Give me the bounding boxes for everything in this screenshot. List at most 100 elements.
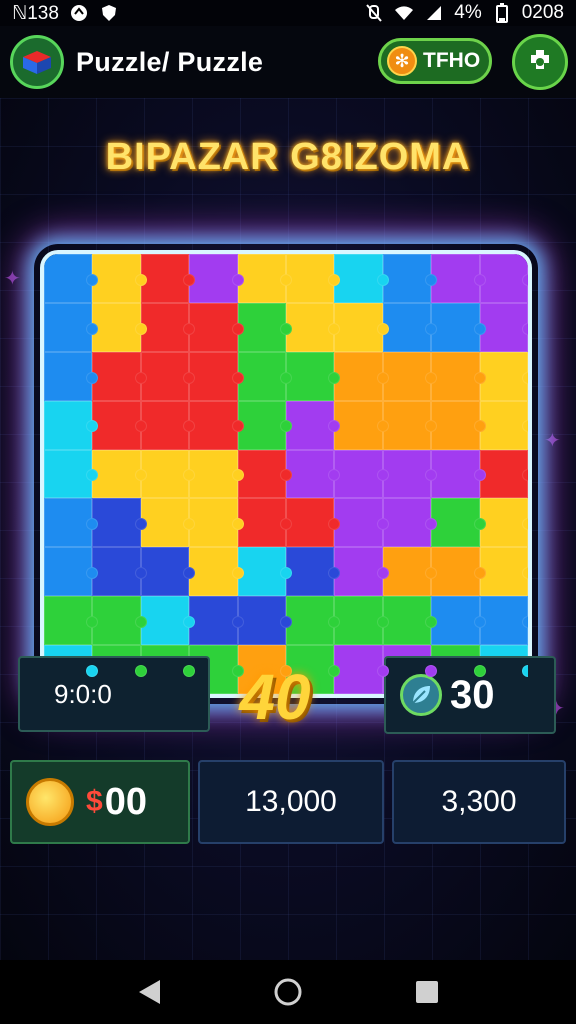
puzzle-piece[interactable] [92, 449, 148, 499]
puzzle-piece[interactable] [140, 400, 196, 450]
puzzle-piece[interactable] [479, 351, 528, 401]
puzzle-piece[interactable] [382, 547, 438, 597]
best-score-panel: 13,000 [198, 760, 384, 844]
puzzle-piece[interactable] [44, 351, 99, 401]
puzzle-piece[interactable] [479, 596, 528, 646]
puzzle-piece[interactable] [382, 351, 438, 401]
puzzle-piece[interactable] [92, 498, 148, 548]
puzzle-piece[interactable] [44, 400, 99, 450]
puzzle-piece[interactable] [479, 302, 528, 352]
puzzle-piece[interactable] [92, 302, 148, 352]
puzzle-piece[interactable] [382, 400, 438, 450]
puzzle-piece[interactable] [286, 449, 341, 499]
puzzle-piece[interactable] [334, 254, 390, 303]
puzzle-piece[interactable] [189, 302, 245, 352]
puzzle-piece[interactable] [189, 596, 245, 646]
puzzle-piece[interactable] [237, 254, 293, 303]
puzzle-piece[interactable] [44, 498, 99, 548]
puzzle-piece[interactable] [431, 596, 487, 646]
puzzle-piece[interactable] [479, 254, 528, 303]
puzzle-piece[interactable] [140, 254, 196, 303]
puzzle-piece[interactable] [140, 596, 196, 646]
puzzle-piece[interactable] [44, 449, 99, 499]
puzzle-piece[interactable] [189, 254, 245, 303]
puzzle-piece[interactable] [334, 645, 390, 694]
puzzle-piece[interactable] [431, 302, 487, 352]
puzzle-piece[interactable] [382, 498, 438, 548]
puzzle-piece[interactable] [286, 547, 341, 597]
puzzle-piece[interactable] [431, 498, 487, 548]
puzzle-piece[interactable] [334, 449, 390, 499]
level-title: BIPAZAR G8IZOMA [105, 136, 471, 178]
puzzle-box-icon[interactable] [10, 35, 64, 89]
puzzle-piece[interactable] [237, 449, 293, 499]
puzzle-piece[interactable] [479, 547, 528, 597]
puzzle-piece[interactable] [44, 596, 99, 646]
puzzle-piece[interactable] [140, 351, 196, 401]
puzzle-piece[interactable] [189, 351, 245, 401]
puzzle-piece[interactable] [92, 254, 148, 303]
puzzle-piece[interactable] [382, 596, 438, 646]
settings-button[interactable] [512, 34, 568, 90]
shield-icon [99, 3, 119, 23]
puzzle-piece[interactable] [140, 498, 196, 548]
puzzle-piece[interactable] [334, 351, 390, 401]
puzzle-piece[interactable] [237, 351, 293, 401]
puzzle-piece[interactable] [237, 547, 293, 597]
puzzle-piece[interactable] [92, 400, 148, 450]
puzzle-piece[interactable] [334, 596, 390, 646]
coins-panel[interactable]: $ 00 [10, 760, 190, 844]
puzzle-piece[interactable] [334, 400, 390, 450]
puzzle-piece[interactable] [431, 351, 487, 401]
puzzle-piece[interactable] [189, 547, 245, 597]
currency-pill[interactable]: ✻ TFHO [378, 38, 492, 84]
puzzle-piece[interactable] [382, 449, 438, 499]
puzzle-gear-icon [531, 50, 549, 69]
recents-square-icon [415, 981, 438, 1003]
puzzle-piece[interactable] [479, 449, 528, 499]
puzzle-piece[interactable] [382, 302, 438, 352]
home-button[interactable] [268, 972, 308, 1012]
puzzle-piece[interactable] [286, 302, 341, 352]
puzzle-piece[interactable] [44, 547, 99, 597]
leaf-icon [400, 674, 442, 716]
puzzle-piece[interactable] [479, 400, 528, 450]
puzzle-piece[interactable] [44, 254, 99, 303]
puzzle-piece[interactable] [431, 254, 487, 303]
puzzle-board[interactable] [40, 250, 532, 698]
status-right: 4% 0208 [364, 2, 564, 24]
puzzle-piece[interactable] [140, 449, 196, 499]
puzzle-piece[interactable] [189, 449, 245, 499]
total-score-panel: 3,300 [392, 760, 566, 844]
puzzle-piece[interactable] [334, 547, 390, 597]
puzzle-piece[interactable] [382, 254, 438, 303]
puzzle-piece[interactable] [189, 498, 245, 548]
puzzle-piece[interactable] [237, 302, 293, 352]
puzzle-piece[interactable] [286, 254, 341, 303]
puzzle-piece[interactable] [237, 400, 293, 450]
puzzle-piece[interactable] [431, 449, 487, 499]
gear-coin-icon: ✻ [387, 46, 417, 76]
puzzle-piece[interactable] [286, 596, 341, 646]
puzzle-piece[interactable] [92, 596, 148, 646]
recents-button[interactable] [407, 972, 447, 1012]
back-button[interactable] [129, 972, 169, 1012]
puzzle-piece[interactable] [431, 547, 487, 597]
system-nav-bar [0, 960, 576, 1024]
puzzle-piece[interactable] [479, 498, 528, 548]
puzzle-piece[interactable] [334, 302, 390, 352]
puzzle-piece[interactable] [92, 547, 148, 597]
puzzle-piece[interactable] [237, 596, 293, 646]
puzzle-piece[interactable] [286, 351, 341, 401]
puzzle-piece[interactable] [92, 351, 148, 401]
puzzle-piece[interactable] [286, 498, 341, 548]
puzzle-piece[interactable] [431, 400, 487, 450]
status-time-left: ℕ138 [12, 2, 59, 24]
puzzle-piece[interactable] [140, 547, 196, 597]
puzzle-piece[interactable] [140, 302, 196, 352]
puzzle-piece[interactable] [286, 400, 341, 450]
puzzle-piece[interactable] [44, 302, 99, 352]
puzzle-piece[interactable] [189, 400, 245, 450]
puzzle-piece[interactable] [237, 498, 293, 548]
puzzle-piece[interactable] [334, 498, 390, 548]
